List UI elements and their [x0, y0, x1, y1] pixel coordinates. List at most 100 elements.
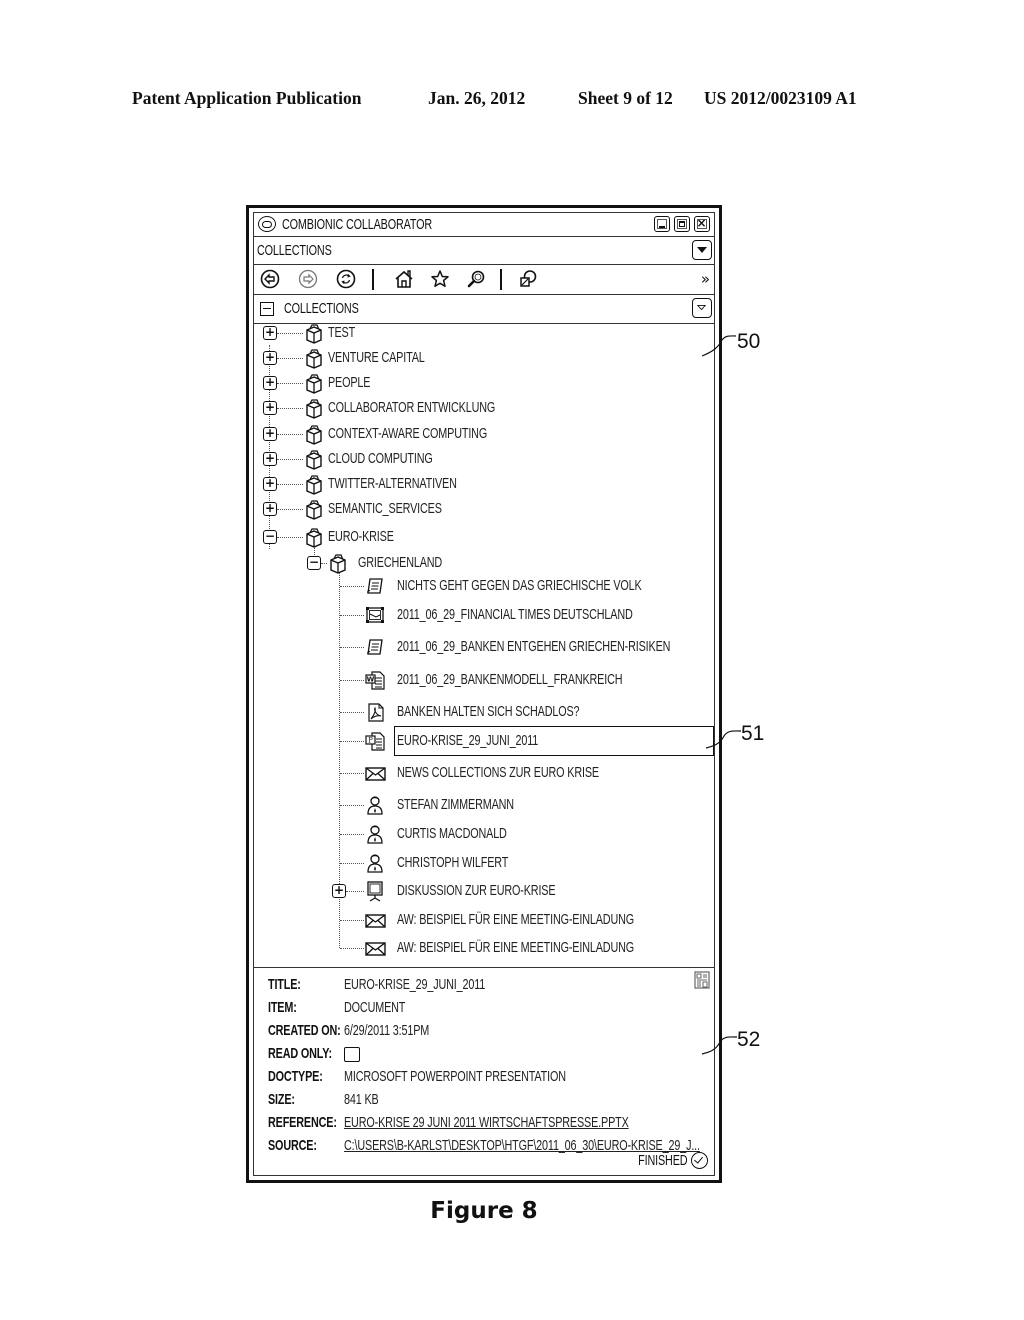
tree-node-item[interactable]: BANKEN HALTEN SICH SCHADLOS?	[254, 700, 714, 724]
envelope-icon	[365, 914, 386, 928]
detail-label: CREATED ON:	[268, 1022, 341, 1039]
tree-header: COLLECTIONS	[254, 295, 714, 324]
tree-connector	[340, 920, 364, 921]
combionic-logo-icon	[258, 216, 276, 232]
tree-node-item[interactable]: AW: BEISPIEL FÜR EINE MEETING-EINLADUNG	[254, 936, 714, 960]
view-selector[interactable]: COLLECTIONS	[254, 237, 714, 265]
tree-node-item[interactable]: W 2011_06_29_BANKENMODELL_FRANKREICH	[254, 668, 714, 692]
person-icon	[367, 825, 383, 844]
tree-node-collection[interactable]: + TEST	[254, 321, 714, 345]
expand-button[interactable]: +	[263, 351, 277, 365]
tree-node-collection[interactable]: − EURO-KRISE	[254, 525, 714, 549]
tree-connector	[340, 834, 364, 835]
properties-icon[interactable]	[694, 971, 710, 989]
tree-node-item[interactable]: NICHTS GEHT GEGEN DAS GRIECHISCHE VOLK	[254, 574, 714, 598]
expand-button[interactable]: +	[263, 326, 277, 340]
tree-node-collection[interactable]: + COLLABORATOR ENTWICKLUNG	[254, 396, 714, 420]
tree-node-label: NEWS COLLECTIONS ZUR EURO KRISE	[397, 764, 599, 781]
tree-node-item[interactable]: + DISKUSSION ZUR EURO-KRISE	[254, 879, 714, 903]
tree-node-collection[interactable]: + CLOUD COMPUTING	[254, 447, 714, 471]
expand-button[interactable]: +	[263, 452, 277, 466]
view-dropdown-button[interactable]	[692, 240, 712, 260]
expand-button[interactable]: +	[263, 401, 277, 415]
toolbar-overflow-button[interactable]: »	[701, 270, 710, 288]
figure-caption: Figure 8	[430, 1198, 538, 1224]
maximize-button[interactable]	[674, 216, 690, 232]
back-button[interactable]	[260, 269, 280, 289]
tree-node-item[interactable]: CURTIS MACDONALD	[254, 822, 714, 846]
details-panel: FINISHED TITLE: EURO-KRISE_29_JUNI_2011 IT…	[254, 968, 714, 1175]
tree-connector	[277, 509, 303, 510]
home-button[interactable]	[394, 269, 414, 289]
title-bar[interactable]: COMBIONIC COLLABORATOR ×	[254, 213, 714, 237]
tree-connector	[340, 805, 364, 806]
window-frame: COMBIONIC COLLABORATOR × COLLECTIONS » C…	[253, 212, 715, 1176]
svg-text:W: W	[367, 676, 375, 684]
folder-box-icon	[306, 528, 322, 548]
tree-node-item[interactable]: 2011_06_29_FINANCIAL TIMES DEUTSCHLAND	[254, 603, 714, 627]
folder-box-icon	[306, 399, 322, 419]
folder-box-icon	[303, 448, 325, 470]
tree-node-item[interactable]: NEWS COLLECTIONS ZUR EURO KRISE	[254, 761, 714, 785]
tree-connector	[340, 773, 364, 774]
expand-button[interactable]: +	[263, 477, 277, 491]
tree-node-item[interactable]: STEFAN ZIMMERMANN	[254, 793, 714, 817]
tree-header-label: COLLECTIONS	[284, 300, 359, 317]
minimize-icon	[659, 226, 665, 228]
tree-node-item[interactable]: 2011_06_29_BANKEN ENTGEHEN GRIECHEN-RISI…	[254, 635, 714, 659]
expand-button[interactable]: +	[332, 884, 346, 898]
publication-date: Jan. 26, 2012	[428, 88, 526, 108]
tree-node-label: PEOPLE	[328, 374, 371, 391]
tree-node-collection[interactable]: + CONTEXT-AWARE COMPUTING	[254, 422, 714, 446]
tree-node-item[interactable]: AW: BEISPIEL FÜR EINE MEETING-EINLADUNG	[254, 908, 714, 932]
app-title: COMBIONIC COLLABORATOR	[282, 216, 433, 233]
close-button[interactable]: ×	[694, 216, 710, 232]
tree-node-label: COLLABORATOR ENTWICKLUNG	[328, 399, 496, 416]
search-button[interactable]	[466, 269, 486, 289]
favorites-button[interactable]	[430, 269, 450, 289]
tree-options-button[interactable]	[692, 298, 712, 318]
collapse-all-button[interactable]	[260, 302, 274, 316]
reference-numeral-52: 52	[737, 1028, 761, 1051]
tree-node-collection[interactable]: + VENTURE CAPITAL	[254, 346, 714, 370]
folder-box-icon	[303, 397, 325, 419]
collapse-button[interactable]: −	[307, 556, 321, 570]
arrow-left-circle-icon	[260, 269, 280, 289]
folder-box-icon	[306, 374, 322, 394]
leader-line-52	[701, 1036, 738, 1055]
detail-link[interactable]: C:\USERS\B-KARLST\DESKTOP\HTGF\2011_06_3…	[344, 1137, 700, 1154]
person-icon	[364, 823, 386, 845]
tree-node-label: EURO-KRISE_29_JUNI_2011	[397, 732, 539, 749]
reference-numeral-50: 50	[737, 330, 761, 353]
tree-connector	[346, 891, 364, 892]
refresh-button[interactable]	[336, 269, 356, 289]
detail-link[interactable]: EURO-KRISE 29 JUNI 2011 WIRTSCHAFTSPRESS…	[344, 1114, 629, 1131]
share-button[interactable]	[518, 269, 538, 289]
expand-button[interactable]: +	[263, 502, 277, 516]
tree-node-item[interactable]: CHRISTOPH WILFERT	[254, 851, 714, 875]
reference-numeral-51: 51	[741, 722, 765, 745]
tree-node-label: CHRISTOPH WILFERT	[397, 854, 509, 871]
minimize-button[interactable]	[654, 216, 670, 232]
tree-connector	[340, 586, 364, 587]
tree-node-collection[interactable]: + TWITTER-ALTERNATIVEN	[254, 472, 714, 496]
tree-node-label: AW: BEISPIEL FÜR EINE MEETING-EINLADUNG	[397, 939, 635, 956]
tree-node-collection[interactable]: + PEOPLE	[254, 371, 714, 395]
tree-node-collection[interactable]: + SEMANTIC_SERVICES	[254, 497, 714, 521]
tree-node-label: CURTIS MACDONALD	[397, 825, 507, 842]
collapse-button[interactable]: −	[263, 530, 277, 544]
forward-button[interactable]	[298, 269, 318, 289]
tree-node-label: SEMANTIC_SERVICES	[328, 500, 442, 517]
word-document-icon: W	[364, 669, 386, 691]
folder-box-icon	[303, 347, 325, 369]
tree-node-label: 2011_06_29_BANKENMODELL_FRANKREICH	[397, 671, 623, 688]
star-icon	[431, 270, 449, 288]
powerpoint-icon: P	[365, 732, 385, 751]
expand-button[interactable]: +	[263, 376, 277, 390]
read-only-checkbox[interactable]	[344, 1047, 360, 1062]
detail-label: READ ONLY:	[268, 1045, 332, 1062]
tree-node-item[interactable]: P EURO-KRISE_29_JUNI_2011	[254, 726, 714, 756]
detail-label: SOURCE:	[268, 1137, 317, 1154]
tree-node-subcollection[interactable]: − GRIECHENLAND	[254, 551, 714, 575]
expand-button[interactable]: +	[263, 427, 277, 441]
